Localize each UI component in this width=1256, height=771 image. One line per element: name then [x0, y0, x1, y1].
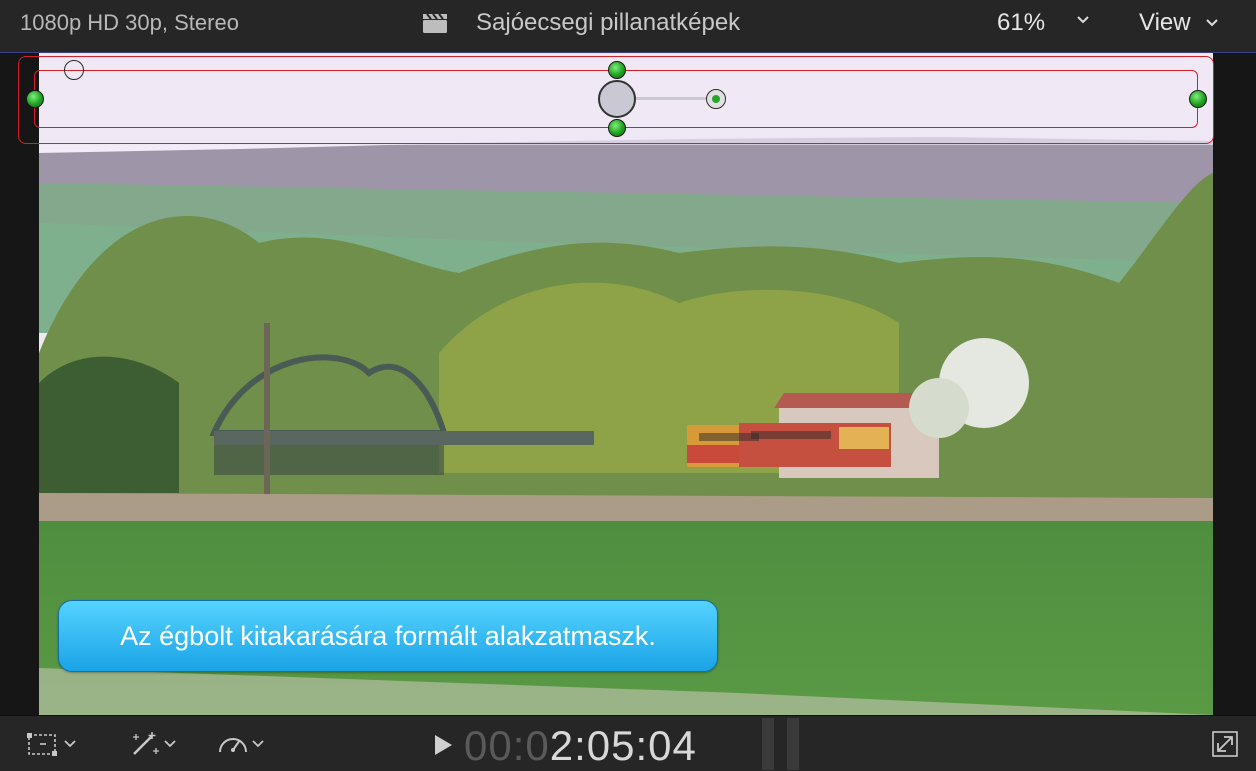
view-menu-button[interactable]: View: [1139, 9, 1221, 37]
viewer-bottom-bar: 00:02:05:04: [0, 715, 1256, 771]
play-icon[interactable]: [433, 734, 453, 756]
transform-tool-menu[interactable]: [26, 730, 78, 758]
magic-wand-icon: [133, 732, 159, 755]
project-title-area: Sajóecsegi pillanatképek: [422, 6, 740, 40]
fullscreen-icon[interactable]: [1211, 730, 1239, 758]
zoom-level[interactable]: 61%: [997, 9, 1045, 37]
enhance-tool-menu[interactable]: [128, 730, 178, 758]
transform-icon: [27, 733, 57, 756]
viewer-top-bar: 1080p HD 30p, Stereo Sajóecsegi pillanat…: [0, 0, 1256, 53]
chevron-down-icon: [164, 740, 176, 748]
project-format-label: 1080p HD 30p, Stereo: [20, 10, 239, 35]
mask-bottom-handle[interactable]: [608, 119, 626, 137]
speedometer-icon: [219, 738, 247, 753]
chevron-down-icon[interactable]: [1074, 11, 1092, 29]
chevron-down-icon: [252, 740, 264, 748]
audio-meter-left: [762, 718, 774, 770]
chevron-down-icon: [1205, 19, 1218, 27]
mask-rotation-arm: [636, 97, 708, 100]
timecode-display[interactable]: 00:02:05:04: [464, 722, 697, 770]
view-menu-label: View: [1139, 9, 1191, 36]
mask-roundness-handle[interactable]: [64, 60, 84, 80]
viewer-canvas: Az égbolt kitakarására formált alakzatma…: [0, 53, 1256, 715]
mask-left-handle[interactable]: [26, 90, 44, 108]
mask-center-handle[interactable]: [598, 80, 636, 118]
annotation-callout-text: Az égbolt kitakarására formált alakzatma…: [120, 620, 656, 651]
audio-meter-right: [787, 718, 799, 770]
clapperboard-icon: [423, 13, 447, 33]
project-title: Sajóecsegi pillanatképek: [476, 9, 741, 36]
mask-right-handle[interactable]: [1189, 90, 1207, 108]
timecode-leading-zeros: 00:0: [464, 722, 550, 769]
timecode-value: 2:05:04: [549, 722, 697, 769]
mask-rotation-handle[interactable]: [706, 89, 726, 109]
chevron-down-icon: [64, 740, 76, 748]
retime-tool-menu[interactable]: [216, 730, 266, 758]
mask-top-handle[interactable]: [608, 61, 626, 79]
annotation-callout: Az égbolt kitakarására formált alakzatma…: [58, 600, 718, 672]
